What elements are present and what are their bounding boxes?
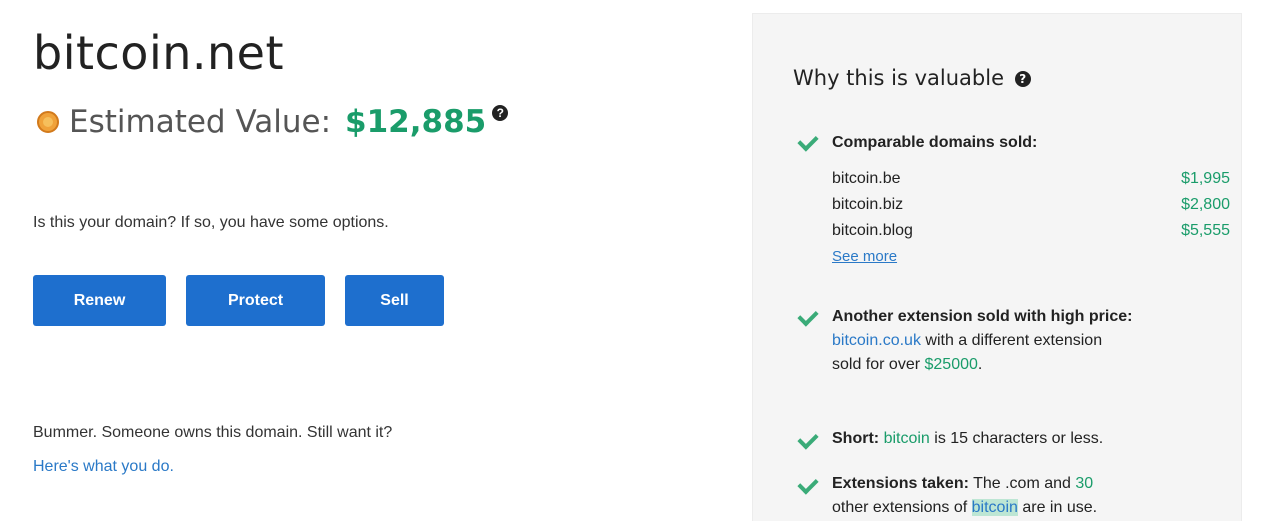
- extensions-count: 30: [1075, 475, 1094, 492]
- extension-price: $25000: [924, 356, 978, 373]
- panel-title-text: Why this is valuable: [793, 66, 1005, 90]
- comparable-domain: bitcoin.be: [832, 170, 901, 187]
- comparable-row: bitcoin.biz $2,800: [832, 196, 1230, 214]
- estimated-value-amount: $12,885: [345, 104, 487, 140]
- comparable-row: bitcoin.be $1,995: [832, 170, 1230, 188]
- comparable-domain: bitcoin.blog: [832, 222, 913, 239]
- owned-message: Bummer. Someone owns this domain. Still …: [33, 424, 393, 441]
- domain-info: bitcoin.net Estimated Value: $12,885 ? I…: [33, 0, 733, 521]
- ownership-question: Is this your domain? If so, you have som…: [33, 214, 389, 231]
- extensions-taken-item: Extensions taken: The .com and 30 other …: [832, 475, 1098, 516]
- estimated-value-label: Estimated Value:: [69, 104, 332, 140]
- check-icon: [797, 305, 819, 327]
- action-buttons: Renew Protect Sell: [33, 275, 464, 326]
- check-icon: [797, 130, 819, 152]
- see-more-link[interactable]: See more: [832, 248, 897, 265]
- comparable-price: $2,800: [1181, 196, 1230, 213]
- comparable-label: Comparable domains sold:: [832, 134, 1038, 151]
- sell-button[interactable]: Sell: [345, 275, 444, 326]
- check-icon: [797, 428, 819, 450]
- comparable-row: bitcoin.blog $5,555: [832, 222, 1230, 240]
- coin-icon: [37, 111, 59, 133]
- extension-item: Another extension sold with high price: …: [832, 308, 1133, 373]
- taken-word-link[interactable]: bitcoin: [971, 499, 1018, 516]
- extension-domain-link[interactable]: bitcoin.co.uk: [832, 332, 921, 349]
- renew-button[interactable]: Renew: [33, 275, 166, 326]
- comparable-domain: bitcoin.biz: [832, 196, 904, 213]
- short-item: Short: bitcoin is 15 characters or less.: [832, 430, 1104, 447]
- help-icon[interactable]: ?: [1014, 71, 1031, 87]
- help-icon[interactable]: ?: [492, 105, 509, 121]
- short-word: bitcoin: [883, 430, 930, 447]
- comparable-price: $5,555: [1181, 222, 1230, 239]
- check-icon: [797, 473, 819, 495]
- heres-what-you-do-link[interactable]: Here's what you do.: [33, 458, 174, 476]
- estimated-value-row: Estimated Value: $12,885 ?: [37, 104, 509, 140]
- domain-title: bitcoin.net: [33, 26, 284, 80]
- why-valuable-panel: Why this is valuable ? Comparable domain…: [752, 13, 1242, 521]
- comparable-price: $1,995: [1181, 170, 1230, 187]
- protect-button[interactable]: Protect: [186, 275, 325, 326]
- panel-title: Why this is valuable ?: [793, 66, 1031, 90]
